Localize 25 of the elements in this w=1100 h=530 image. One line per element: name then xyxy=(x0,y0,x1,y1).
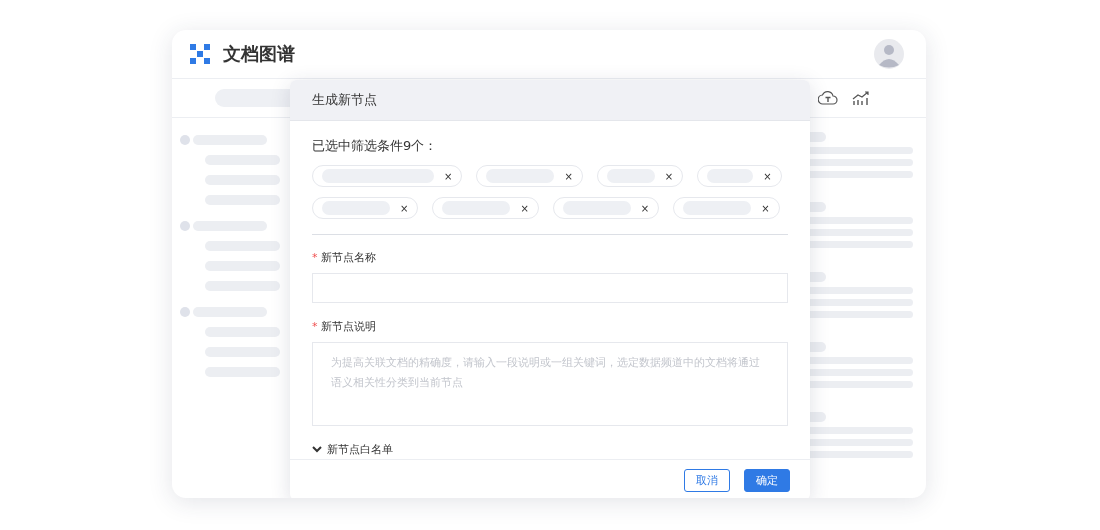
placeholder-dot xyxy=(180,307,190,317)
remove-icon[interactable]: × xyxy=(444,170,453,182)
logo-icon xyxy=(190,44,210,64)
placeholder-dot xyxy=(180,221,190,231)
filter-summary: 已选中筛选条件9个： xyxy=(312,137,439,155)
placeholder-dot xyxy=(180,135,190,145)
remove-icon[interactable]: × xyxy=(761,202,770,214)
remove-icon[interactable]: × xyxy=(564,170,573,182)
confirm-button[interactable]: 确定 xyxy=(744,468,790,492)
remove-icon[interactable]: × xyxy=(640,202,650,214)
required-mark: * xyxy=(312,320,318,333)
whitelist-toggle[interactable]: 新节点白名单 xyxy=(312,442,393,457)
remove-icon[interactable]: × xyxy=(520,202,529,214)
cloud-upload-icon[interactable] xyxy=(818,89,838,107)
app-title: 文档图谱 xyxy=(223,42,295,66)
field-label: 新节点说明 xyxy=(320,319,376,334)
input-field[interactable] xyxy=(312,273,788,303)
remove-icon[interactable]: × xyxy=(763,170,772,182)
remove-icon[interactable]: × xyxy=(664,170,674,182)
cancel-button[interactable]: 取消 xyxy=(684,468,730,492)
remove-icon[interactable]: × xyxy=(400,202,409,214)
chart-icon[interactable] xyxy=(852,90,870,106)
required-mark: * xyxy=(312,251,318,264)
field-label: 新节点名称 xyxy=(320,250,376,265)
dialog-title: 生成新节点 xyxy=(312,91,377,109)
